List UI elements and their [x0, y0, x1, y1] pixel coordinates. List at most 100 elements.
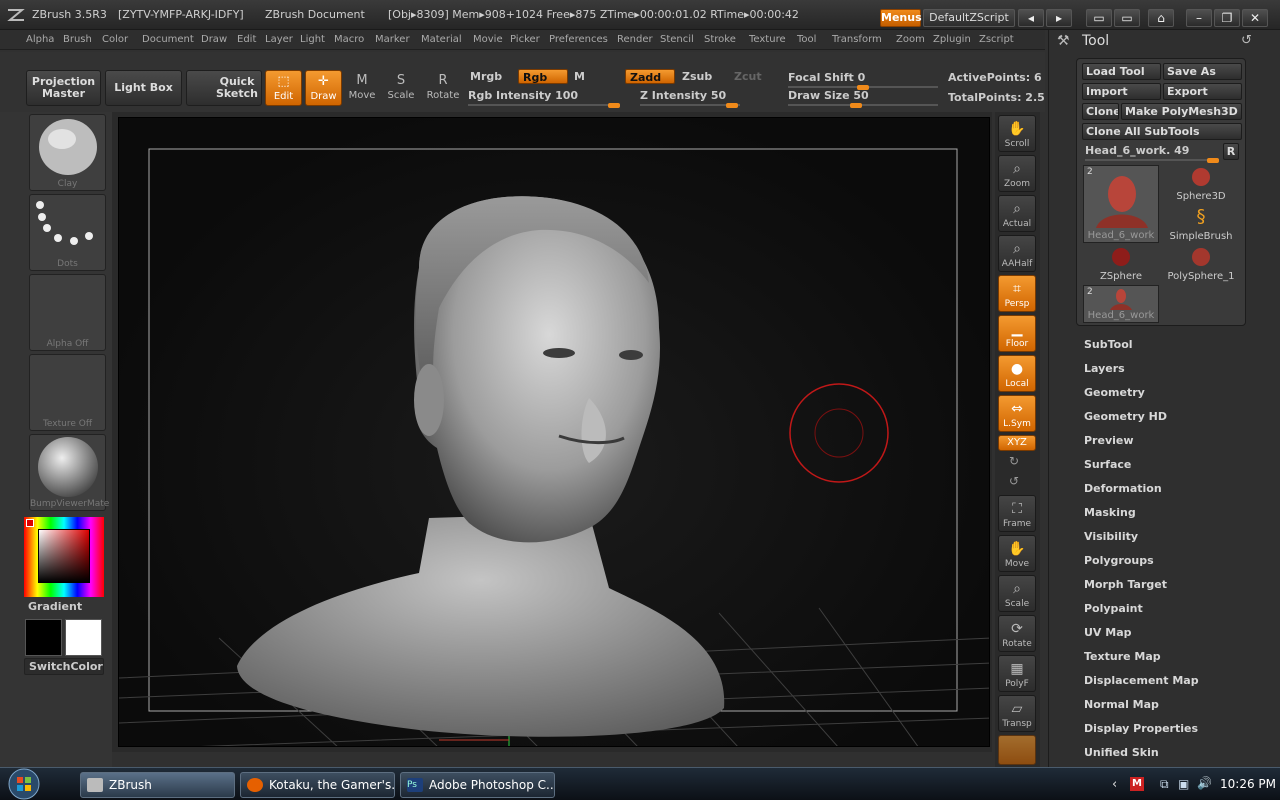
rotate-view-button[interactable]: ⟳ Rotate [998, 615, 1036, 652]
menu-brush[interactable]: Brush [63, 34, 92, 45]
z-intensity-slider[interactable]: Z Intensity 50 [640, 88, 740, 108]
rotate-button[interactable]: R Rotate [425, 70, 461, 106]
m-button[interactable]: M [570, 69, 620, 84]
brush-thumbnail[interactable]: Clay [29, 114, 106, 191]
draw-size-slider[interactable]: Draw Size 50 [788, 88, 938, 108]
menu-alpha[interactable]: Alpha [26, 34, 54, 45]
transp-button[interactable]: ▱ Transp [998, 695, 1036, 732]
tray-network-icon[interactable]: ⧉ [1160, 777, 1169, 792]
rgb-intensity-knob[interactable] [608, 103, 620, 108]
save-as-button[interactable]: Save As [1163, 63, 1242, 80]
focal-shift-slider[interactable]: Focal Shift 0 [788, 70, 938, 90]
menu-tool[interactable]: Tool [797, 34, 816, 45]
zadd-button[interactable]: Zadd [625, 69, 675, 84]
export-button[interactable]: Export [1163, 83, 1242, 100]
menu-zoom[interactable]: Zoom [896, 34, 925, 45]
menu-light[interactable]: Light [300, 34, 325, 45]
menu-macro[interactable]: Macro [334, 34, 364, 45]
task-zbrush[interactable]: ZBrush [80, 772, 235, 798]
subpalette-polypaint[interactable]: Polypaint [1084, 602, 1143, 615]
menu-color[interactable]: Color [102, 34, 128, 45]
menu-layer[interactable]: Layer [265, 34, 293, 45]
zoom-button[interactable]: ⌕ Zoom [998, 155, 1036, 192]
load-tool-button[interactable]: Load Tool [1082, 63, 1161, 80]
menu-picker[interactable]: Picker [510, 34, 540, 45]
scroll-button[interactable]: ✋ Scroll [998, 115, 1036, 152]
subpalette-geometry-hd[interactable]: Geometry HD [1084, 410, 1167, 423]
menu-render[interactable]: Render [617, 34, 653, 45]
scale-view-button[interactable]: ⌕ Scale [998, 575, 1036, 612]
make-polymesh-button[interactable]: Make PolyMesh3D [1121, 103, 1242, 120]
tool-thumbnail-zsphere[interactable]: ZSphere [1083, 245, 1159, 283]
subpalette-normal-map[interactable]: Normal Map [1084, 698, 1159, 711]
rotate-y-icon[interactable]: ↻ [1009, 454, 1019, 468]
r-button[interactable]: R [1223, 143, 1239, 160]
subpalette-masking[interactable]: Masking [1084, 506, 1136, 519]
start-button[interactable] [4, 768, 54, 800]
tool-thumbnail-sphere3d[interactable]: Sphere3D [1163, 165, 1239, 203]
frame-button[interactable]: ⛶ Frame [998, 495, 1036, 532]
task-firefox[interactable]: Kotaku, the Gamer's... [240, 772, 395, 798]
draw-button[interactable]: ✛ Draw [305, 70, 342, 106]
clone-button[interactable]: Clone [1082, 103, 1119, 120]
main-color-swatch[interactable] [25, 619, 62, 656]
subpalette-surface[interactable]: Surface [1084, 458, 1131, 471]
minimize-icon[interactable]: – [1186, 9, 1212, 27]
layout-alt-icon[interactable]: ▭ [1114, 9, 1140, 27]
alpha-thumbnail[interactable]: Alpha Off [29, 274, 106, 351]
default-zscript-button[interactable]: DefaultZScript [923, 9, 1015, 27]
menus-button[interactable]: Menus [880, 9, 922, 27]
menu-draw[interactable]: Draw [201, 34, 227, 45]
zsub-button[interactable]: Zsub [678, 69, 728, 84]
layout-icon[interactable]: ▭ [1086, 9, 1112, 27]
color-picker[interactable] [24, 517, 104, 597]
scroll-left-icon[interactable]: ◂ [1018, 9, 1044, 27]
tray-volume-icon[interactable]: 🔊 [1197, 776, 1212, 790]
subpalette-texture-map[interactable]: Texture Map [1084, 650, 1161, 663]
menu-transform[interactable]: Transform [832, 34, 882, 45]
menu-document[interactable]: Document [142, 34, 194, 45]
tool-thumbnail-polysphere[interactable]: PolySphere_1 [1163, 245, 1239, 283]
task-photoshop[interactable]: Ps Adobe Photoshop C... [400, 772, 555, 798]
tray-m-icon[interactable]: M [1130, 777, 1144, 791]
reset-icon[interactable]: ↺ [1241, 33, 1252, 48]
restore-icon[interactable]: ❐ [1214, 9, 1240, 27]
ghost-button[interactable] [998, 735, 1036, 765]
subpalette-polygroups[interactable]: Polygroups [1084, 554, 1154, 567]
current-tool-knob[interactable] [1207, 158, 1219, 163]
projection-master-button[interactable]: Projection Master [26, 70, 101, 106]
clone-all-subtools-button[interactable]: Clone All SubTools [1082, 123, 1242, 140]
rgb-intensity-slider[interactable]: Rgb Intensity 100 [468, 88, 620, 108]
close-icon[interactable]: ✕ [1242, 9, 1268, 27]
subpalette-uv-map[interactable]: UV Map [1084, 626, 1132, 639]
subpalette-deformation[interactable]: Deformation [1084, 482, 1162, 495]
local-button[interactable]: ● Local [998, 355, 1036, 392]
scroll-right-icon[interactable]: ▸ [1046, 9, 1072, 27]
menu-stroke[interactable]: Stroke [704, 34, 736, 45]
menu-zscript[interactable]: Zscript [979, 34, 1014, 45]
scale-button[interactable]: S Scale [383, 70, 419, 106]
z-intensity-knob[interactable] [726, 103, 738, 108]
menu-movie[interactable]: Movie [473, 34, 503, 45]
stroke-thumbnail[interactable]: Dots [29, 194, 106, 271]
color-swatch-area[interactable] [38, 529, 90, 583]
actual-button[interactable]: ⌕ Actual [998, 195, 1036, 232]
menu-material[interactable]: Material [421, 34, 462, 45]
move-view-button[interactable]: ✋ Move [998, 535, 1036, 572]
lsym-button[interactable]: ⇔ L.Sym [998, 395, 1036, 432]
lock-icon[interactable]: ⌂ [1148, 9, 1174, 27]
edit-button[interactable]: ⬚ Edit [265, 70, 302, 106]
draw-size-knob[interactable] [850, 103, 862, 108]
subpalette-layers[interactable]: Layers [1084, 362, 1125, 375]
mrgb-button[interactable]: Mrgb [466, 69, 516, 84]
menu-marker[interactable]: Marker [375, 34, 410, 45]
subpalette-visibility[interactable]: Visibility [1084, 530, 1138, 543]
tray-display-icon[interactable]: ▣ [1178, 777, 1189, 791]
menu-stencil[interactable]: Stencil [660, 34, 694, 45]
subpalette-display-properties[interactable]: Display Properties [1084, 722, 1198, 735]
tray-expand-icon[interactable]: ‹ [1112, 777, 1117, 792]
subpalette-subtool[interactable]: SubTool [1084, 338, 1133, 351]
rgb-button[interactable]: Rgb [518, 69, 568, 84]
switch-color-button[interactable]: SwitchColor [24, 658, 104, 675]
texture-thumbnail[interactable]: Texture Off [29, 354, 106, 431]
